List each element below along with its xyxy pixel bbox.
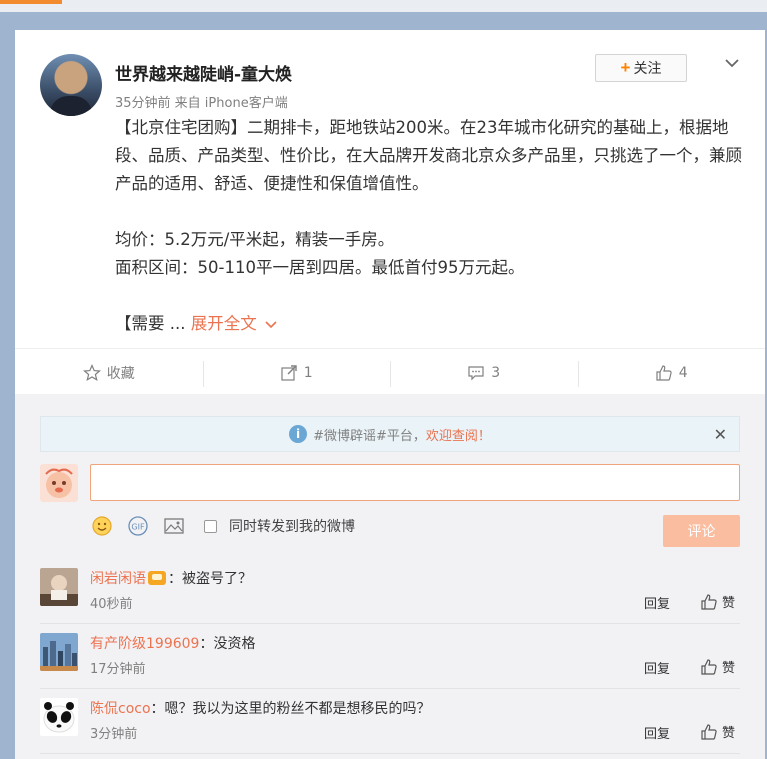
comment-item: 闲岩闲语 ：被盗号了？ 40秒前 回复 赞 — [40, 562, 740, 624]
image-icon[interactable] — [162, 514, 186, 538]
thumbs-up-icon — [656, 364, 672, 381]
author-avatar[interactable] — [40, 54, 102, 116]
comment-author[interactable]: 有产阶级199609 — [90, 636, 199, 652]
thumbs-up-icon — [701, 593, 717, 610]
comment-time: 17分钟前 — [90, 662, 146, 677]
reply-button[interactable]: 回复 — [644, 723, 670, 742]
truncated-text: 【需要 ... — [115, 314, 186, 333]
chevron-down-icon[interactable] — [723, 54, 741, 72]
plus-icon: + — [620, 58, 631, 77]
commenter-avatar[interactable] — [40, 568, 78, 606]
like-button[interactable]: 4 — [577, 349, 766, 396]
comment-like-label: 赞 — [722, 661, 736, 676]
commenter-avatar[interactable] — [40, 698, 78, 736]
post-meta: 35分钟前 来自 iPhone客户端 — [115, 96, 288, 111]
post-truncated-line: 【需要 ... 展开全文 — [115, 310, 745, 338]
emoji-icon[interactable] — [90, 514, 114, 538]
comment-item: 有产阶级199609：没资格 17分钟前 回复 赞 — [40, 627, 740, 689]
comment-like-label: 赞 — [722, 596, 736, 611]
like-count: 4 — [678, 364, 688, 381]
comment-text: ：被盗号了？ — [168, 571, 252, 587]
comment-icon — [468, 365, 484, 380]
comment-like-label: 赞 — [722, 726, 736, 741]
repost-button[interactable]: 1 — [202, 349, 391, 396]
comment-text: ：嗯？我以为这里的粉丝不都是想移民的吗？ — [150, 701, 431, 717]
post-body: 【北京住宅团购】二期排卡，距地铁站200米。在23年城市化研究的基础上，根据地段… — [115, 114, 745, 338]
comment-line: 闲岩闲语 ：被盗号了？ — [90, 568, 252, 588]
my-avatar — [40, 464, 78, 502]
comment-button[interactable]: 3 — [390, 349, 578, 396]
favorite-button[interactable]: 收藏 — [15, 349, 203, 396]
info-icon: i — [289, 425, 308, 443]
notice-text: #微博辟谣#平台， — [313, 428, 426, 444]
follow-button[interactable]: + 关注 — [595, 54, 687, 82]
top-strip — [0, 0, 767, 12]
post-paragraph: 面积区间：50-110平一居到四居。最低首付95万元起。 — [115, 258, 525, 277]
post-card: 世界越来越陡峭-童大焕 35分钟前 来自 iPhone客户端 + 关注 【北京住… — [15, 30, 765, 759]
comment-input[interactable] — [90, 464, 740, 501]
repost-icon — [281, 364, 297, 381]
comment-line: 有产阶级199609：没资格 — [90, 633, 255, 653]
comment-line: 陈侃coco：嗯？我以为这里的粉丝不都是想移民的吗？ — [90, 698, 431, 718]
follow-label: 关注 — [633, 60, 662, 76]
comment-like-button[interactable]: 赞 — [700, 592, 735, 611]
notice-link[interactable]: 欢迎查阅！ — [426, 425, 491, 444]
comments-section: i #微博辟谣#平台， 欢迎查阅！ ✕ GIF 同时转发到我的微博 评论 闲岩闲… — [15, 394, 765, 759]
svg-text:GIF: GIF — [131, 523, 145, 532]
chevron-down-icon — [265, 320, 277, 328]
reply-button[interactable]: 回复 — [644, 593, 670, 612]
commenter-avatar[interactable] — [40, 633, 78, 671]
repost-checkbox-label[interactable]: 同时转发到我的微博 — [229, 516, 355, 536]
comment-like-button[interactable]: 赞 — [700, 722, 735, 741]
comment-time: 3分钟前 — [90, 727, 138, 742]
cartoon-face-icon — [45, 468, 73, 498]
member-badge-icon — [148, 571, 166, 585]
comment-like-button[interactable]: 赞 — [700, 657, 735, 676]
reply-button[interactable]: 回复 — [644, 658, 670, 677]
comment-count: 3 — [491, 364, 501, 381]
comment-item: 陈侃coco：嗯？我以为这里的粉丝不都是想移民的吗？ 3分钟前 回复 赞 — [40, 692, 740, 754]
repost-checkbox[interactable] — [204, 519, 217, 533]
rumor-notice-bar: i #微博辟谣#平台， 欢迎查阅！ ✕ — [40, 416, 740, 452]
expand-label: 展开全文 — [190, 314, 257, 333]
submit-comment-button[interactable]: 评论 — [663, 515, 740, 547]
comment-text: ：没资格 — [199, 636, 256, 652]
comment-time: 40秒前 — [90, 597, 133, 612]
action-bar: 收藏 1 3 4 — [15, 348, 765, 396]
comment-author[interactable]: 闲岩闲语 — [90, 571, 146, 587]
top-accent — [0, 0, 62, 4]
post-paragraph — [115, 282, 745, 310]
gif-icon[interactable]: GIF — [126, 514, 150, 538]
author-name[interactable]: 世界越来越陡峭-童大焕 — [115, 60, 292, 85]
close-icon[interactable]: ✕ — [714, 425, 727, 444]
thumbs-up-icon — [701, 658, 717, 675]
comment-author[interactable]: 陈侃coco — [90, 701, 151, 717]
favorite-label: 收藏 — [106, 365, 135, 382]
post-paragraph: 【北京住宅团购】二期排卡，距地铁站200米。在23年城市化研究的基础上，根据地段… — [115, 118, 742, 193]
star-icon — [82, 363, 101, 381]
composer-tools: GIF 同时转发到我的微博 — [90, 514, 355, 538]
post-paragraph — [115, 198, 745, 226]
repost-count: 1 — [303, 364, 313, 381]
post-paragraph: 均价：5.2万元/平米起，精装一手房。 — [115, 230, 395, 249]
thumbs-up-icon — [701, 723, 717, 740]
expand-full-text-link[interactable]: 展开全文 — [191, 314, 277, 333]
